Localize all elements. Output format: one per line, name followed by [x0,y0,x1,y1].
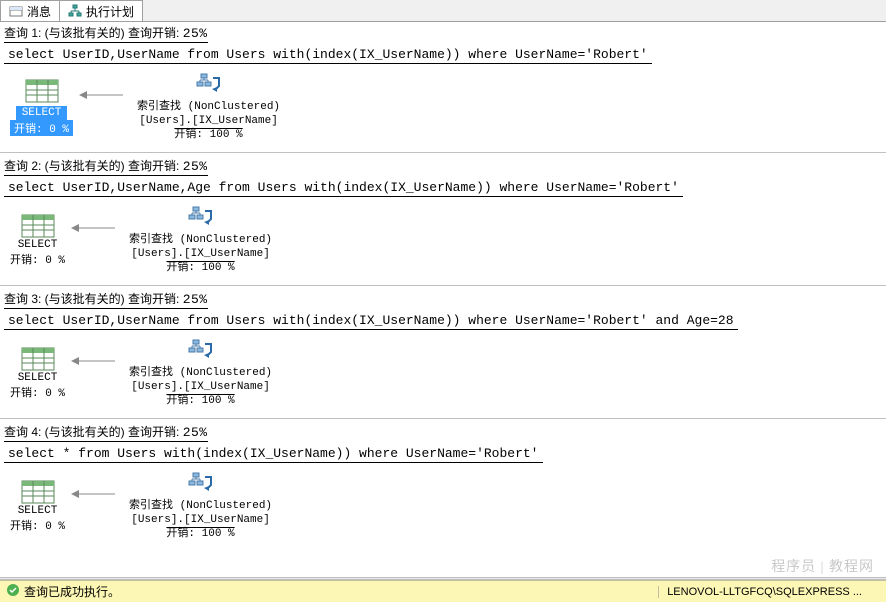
seek-object: [Users].[IX_UserName] [131,380,270,394]
select-node[interactable]: SELECT 开销: 0 % [10,479,65,533]
select-cost: 开销: 0 % [10,251,65,267]
select-node[interactable]: SELECT 开销: 0 % [10,78,73,136]
query-sql: select UserID,UserName from Users with(i… [4,45,652,64]
table-result-icon [20,346,56,372]
seek-title: 索引查找 (NonClustered) [129,233,272,247]
select-cost: 开销: 0 % [10,384,65,400]
plan-diagram[interactable]: SELECT 开销: 0 % 索引查找 (NonClustered) [User… [0,330,886,412]
table-result-icon [24,78,60,104]
index-seek-node[interactable]: 索引查找 (NonClustered) [Users].[IX_UserName… [129,205,272,275]
messages-icon [9,4,23,18]
select-label: SELECT [18,505,58,517]
query-sql: select * from Users with(index(IX_UserNa… [4,444,543,463]
index-seek-node[interactable]: 索引查找 (NonClustered) [Users].[IX_UserName… [137,72,280,142]
query-cost-label: 查询开销: [128,292,183,306]
index-seek-icon [187,205,215,231]
tab-messages[interactable]: 消息 [0,0,60,21]
plan-diagram[interactable]: SELECT 开销: 0 % 索引查找 (NonClustered) [User… [0,64,886,146]
plan-arrow [69,223,117,233]
table-result-icon [20,479,56,505]
select-label: SELECT [18,372,58,384]
query-block-3: 查询 3: (与该批有关的) 查询开销: 25% select UserID,U… [0,288,886,412]
query-header: 查询 2: (与该批有关的) 查询开销: 25% [0,155,886,178]
query-cost-label: 查询开销: [128,26,183,40]
query-cost-value: 25% [183,425,208,440]
seek-title: 索引查找 (NonClustered) [129,366,272,380]
query-sql: select UserID,UserName from Users with(i… [4,311,738,330]
execution-plan-pane: 查询 1: (与该批有关的) 查询开销: 25% select UserID,U… [0,22,886,580]
select-label: SELECT [16,106,68,120]
separator [0,152,886,153]
query-block-2: 查询 2: (与该批有关的) 查询开销: 25% select UserID,U… [0,155,886,279]
query-header: 查询 3: (与该批有关的) 查询开销: 25% [0,288,886,311]
status-bar: 查询已成功执行。 LENOVOL-LLTGFCQ\SQLEXPRESS ... [0,580,886,602]
select-cost: 开销: 0 % [10,517,65,533]
watermark: 程序员 | 教程网 [771,556,874,576]
execution-plan-icon [68,4,82,18]
query-cost-value: 25% [183,292,208,307]
query-cost-value: 25% [183,26,208,41]
query-header-prefix: 查询 1: (与该批有关的) [4,26,125,40]
seek-object: [Users].[IX_UserName] [131,247,270,261]
query-header-prefix: 查询 2: (与该批有关的) [4,159,125,173]
seek-cost: 开销: 100 % [174,128,242,142]
query-cost-label: 查询开销: [128,159,183,173]
results-tabs: 消息 执行计划 [0,0,886,22]
index-seek-icon [187,471,215,497]
query-block-1: 查询 1: (与该批有关的) 查询开销: 25% select UserID,U… [0,22,886,146]
tab-execution-plan-label: 执行计划 [86,3,134,20]
plan-arrow [77,90,125,100]
select-cost: 开销: 0 % [10,120,73,136]
index-seek-icon [195,72,223,98]
plan-diagram[interactable]: SELECT 开销: 0 % 索引查找 (NonClustered) [User… [0,463,886,545]
seek-title: 索引查找 (NonClustered) [137,100,280,114]
query-header-prefix: 查询 3: (与该批有关的) [4,292,125,306]
plan-arrow [69,356,117,366]
query-header: 查询 4: (与该批有关的) 查询开销: 25% [0,421,886,444]
status-text: 查询已成功执行。 [24,583,120,600]
seek-cost: 开销: 100 % [166,527,234,541]
query-header-prefix: 查询 4: (与该批有关的) [4,425,125,439]
select-label: SELECT [18,239,58,251]
index-seek-node[interactable]: 索引查找 (NonClustered) [Users].[IX_UserName… [129,471,272,541]
seek-cost: 开销: 100 % [166,394,234,408]
query-cost-value: 25% [183,159,208,174]
separator [0,285,886,286]
query-sql: select UserID,UserName,Age from Users wi… [4,178,683,197]
seek-object: [Users].[IX_UserName] [131,513,270,527]
index-seek-icon [187,338,215,364]
separator [0,418,886,419]
select-node[interactable]: SELECT 开销: 0 % [10,213,65,267]
plan-arrow [69,489,117,499]
query-block-4: 查询 4: (与该批有关的) 查询开销: 25% select * from U… [0,421,886,545]
plan-diagram[interactable]: SELECT 开销: 0 % 索引查找 (NonClustered) [User… [0,197,886,279]
status-server: LENOVOL-LLTGFCQ\SQLEXPRESS ... [658,586,870,598]
success-icon [6,583,20,600]
tab-execution-plan[interactable]: 执行计划 [59,0,143,21]
query-cost-label: 查询开销: [128,425,183,439]
tab-messages-label: 消息 [27,3,51,20]
seek-object: [Users].[IX_UserName] [139,114,278,128]
query-header: 查询 1: (与该批有关的) 查询开销: 25% [0,22,886,45]
table-result-icon [20,213,56,239]
seek-title: 索引查找 (NonClustered) [129,499,272,513]
index-seek-node[interactable]: 索引查找 (NonClustered) [Users].[IX_UserName… [129,338,272,408]
select-node[interactable]: SELECT 开销: 0 % [10,346,65,400]
seek-cost: 开销: 100 % [166,261,234,275]
